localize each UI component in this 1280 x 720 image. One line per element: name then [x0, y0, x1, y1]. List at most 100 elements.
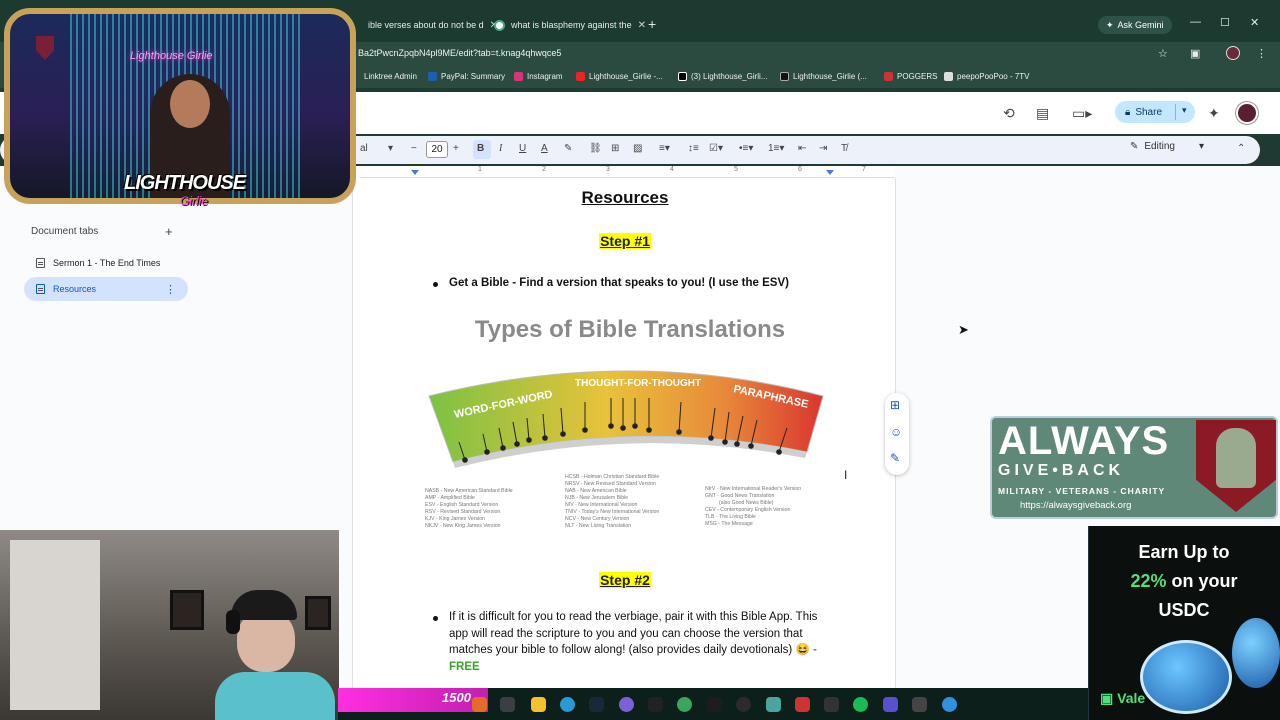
- ruler-number: 4: [670, 166, 674, 173]
- legend-entry: NCV - New Century Version: [565, 516, 630, 522]
- bookmark-item[interactable]: peepoPooPoo - 7TV: [944, 72, 1030, 81]
- bookmark-item[interactable]: POGGERS: [884, 72, 937, 81]
- font-size-input[interactable]: 20: [426, 141, 448, 158]
- more-options-icon[interactable]: ⋮: [165, 283, 176, 296]
- meet-icon[interactable]: ▭▸: [1072, 105, 1092, 122]
- comments-icon[interactable]: ▤: [1036, 105, 1049, 122]
- discord-icon[interactable]: [619, 697, 634, 712]
- bookmark-item[interactable]: Lighthouse_Girlie (...: [780, 72, 867, 81]
- document-tabs-heading: Document tabs: [31, 226, 99, 237]
- chevron-down-icon[interactable]: ▾: [1182, 105, 1187, 116]
- align-icon[interactable]: ≡▾: [659, 143, 670, 154]
- chevron-down-icon[interactable]: ▾: [388, 143, 393, 154]
- editing-mode-selector[interactable]: ✎ Editing ▾: [1130, 141, 1204, 152]
- streamlabs-icon[interactable]: [766, 697, 781, 712]
- recorder-icon[interactable]: [795, 697, 810, 712]
- file-explorer-icon[interactable]: [531, 697, 546, 712]
- bookmark-item[interactable]: (3) Lighthouse_Girli...: [678, 72, 767, 81]
- calculator-icon[interactable]: [883, 697, 898, 712]
- ruler[interactable]: [360, 166, 895, 178]
- wall-frame: [170, 590, 204, 630]
- minimize-icon[interactable]: —: [1190, 16, 1201, 28]
- obs-icon[interactable]: [707, 697, 722, 712]
- task-view-icon[interactable]: [500, 697, 515, 712]
- increase-indent-icon[interactable]: ⇥: [819, 143, 827, 154]
- new-tab-icon[interactable]: +: [648, 16, 656, 32]
- bookmark-item[interactable]: Instagram: [514, 72, 563, 81]
- close-window-icon[interactable]: ✕: [1250, 16, 1259, 29]
- app-icon[interactable]: [472, 697, 487, 712]
- browser-tab[interactable]: what is blasphemy against the ✕: [486, 12, 654, 38]
- door: [10, 540, 100, 710]
- version-history-icon[interactable]: ⟲: [1003, 105, 1015, 122]
- terminal-icon[interactable]: [824, 697, 839, 712]
- add-comment-icon[interactable]: ⊞: [890, 398, 900, 412]
- doc-tab-resources[interactable]: Resources ⋮: [24, 277, 188, 301]
- bookmark-item[interactable]: PayPal: Summary: [428, 72, 505, 81]
- decrease-font-icon[interactable]: −: [411, 143, 417, 154]
- emoji-reaction-icon[interactable]: ☺: [890, 425, 902, 439]
- step-1-text: Step #1: [599, 233, 651, 249]
- bulleted-list-icon[interactable]: •≡▾: [739, 143, 753, 154]
- star-icon[interactable]: ☆: [1158, 47, 1168, 60]
- text-color-icon[interactable]: A: [541, 143, 548, 154]
- share-button[interactable]: 🔒︎ Share ▾: [1115, 101, 1195, 123]
- chrome-icon[interactable]: [677, 697, 692, 712]
- suggest-edits-icon[interactable]: ✎: [890, 451, 900, 465]
- epic-games-icon[interactable]: [648, 697, 663, 712]
- bookmark-label: Lighthouse_Girlie -...: [589, 72, 663, 81]
- bits-counter: 1500: [442, 690, 471, 705]
- bookmark-item[interactable]: Lighthouse_Girlie -...: [576, 72, 663, 81]
- right-indent-marker[interactable]: [826, 170, 834, 175]
- close-icon[interactable]: ✕: [638, 20, 646, 31]
- clear-formatting-icon[interactable]: T̸: [841, 143, 847, 154]
- add-tab-icon[interactable]: +: [165, 224, 173, 239]
- numbered-list-icon[interactable]: 1≡▾: [768, 143, 784, 154]
- doc-tab-sermon[interactable]: Sermon 1 - The End Times: [24, 251, 188, 275]
- chevron-down-icon: ▾: [1198, 141, 1204, 152]
- decrease-indent-icon[interactable]: ⇤: [798, 143, 806, 154]
- document-page[interactable]: Resources Step #1 Get a Bible - Find a v…: [352, 178, 896, 698]
- chevron-up-icon[interactable]: ⌃: [1237, 143, 1245, 154]
- paypal-icon: [428, 72, 437, 81]
- ask-gemini-button[interactable]: ✦ Ask Gemini: [1098, 16, 1172, 34]
- edge-icon[interactable]: [560, 697, 575, 712]
- usdc-line-2: 22% on your: [1088, 571, 1280, 592]
- bookmark-label: peepoPooPoo - 7TV: [957, 72, 1030, 81]
- media-player-icon[interactable]: [736, 697, 751, 712]
- url-field[interactable]: Ba2tPwcnZpqbN4pl9ME/edit?tab=t.knag4qhwq…: [358, 48, 561, 58]
- bible-translations-image[interactable]: Types of Bible Translations WORD-FOR-WOR…: [425, 310, 835, 535]
- increase-font-icon[interactable]: +: [453, 143, 459, 154]
- line-spacing-icon[interactable]: ↕≡: [688, 143, 699, 154]
- highlight-icon[interactable]: ✎: [564, 143, 572, 154]
- account-avatar[interactable]: [1236, 102, 1258, 124]
- vale-icon: ▣: [1100, 690, 1118, 706]
- sidebar-icon[interactable]: ▣: [1190, 47, 1200, 60]
- checklist-icon[interactable]: ☑▾: [709, 143, 723, 154]
- legend-entry: (also Good News Bible): [719, 500, 774, 506]
- youtube-icon: [576, 72, 585, 81]
- gemini-icon[interactable]: ✦: [1208, 105, 1220, 122]
- underline-icon[interactable]: U: [519, 143, 526, 154]
- bold-icon[interactable]: B: [477, 143, 484, 154]
- spotify-icon[interactable]: [853, 697, 868, 712]
- more-icon[interactable]: ⋮: [1256, 47, 1267, 60]
- browser-tab[interactable]: ible verses about do not be d ✕: [360, 12, 506, 38]
- font-selector[interactable]: al: [360, 143, 368, 154]
- browser-icon[interactable]: [942, 697, 957, 712]
- maximize-icon[interactable]: ☐: [1220, 16, 1230, 29]
- skype-coin-icon: [1140, 640, 1232, 714]
- left-indent-marker[interactable]: [411, 170, 419, 175]
- link-icon[interactable]: ⛓: [589, 143, 602, 154]
- vale-label: Vale: [1117, 690, 1146, 706]
- neon-sign: Lighthouse Girlie: [130, 50, 213, 62]
- add-comment-icon[interactable]: ⊞: [611, 143, 619, 154]
- italic-icon[interactable]: I: [499, 143, 502, 154]
- document-icon: [36, 258, 45, 268]
- insert-image-icon[interactable]: ▨: [633, 143, 642, 154]
- browser-profile-avatar[interactable]: [1226, 46, 1240, 60]
- usdc-coin-icon: [1232, 618, 1280, 688]
- steam-icon[interactable]: [589, 697, 604, 712]
- settings-icon[interactable]: [912, 697, 927, 712]
- bookmark-item[interactable]: Linktree Admin: [364, 72, 417, 81]
